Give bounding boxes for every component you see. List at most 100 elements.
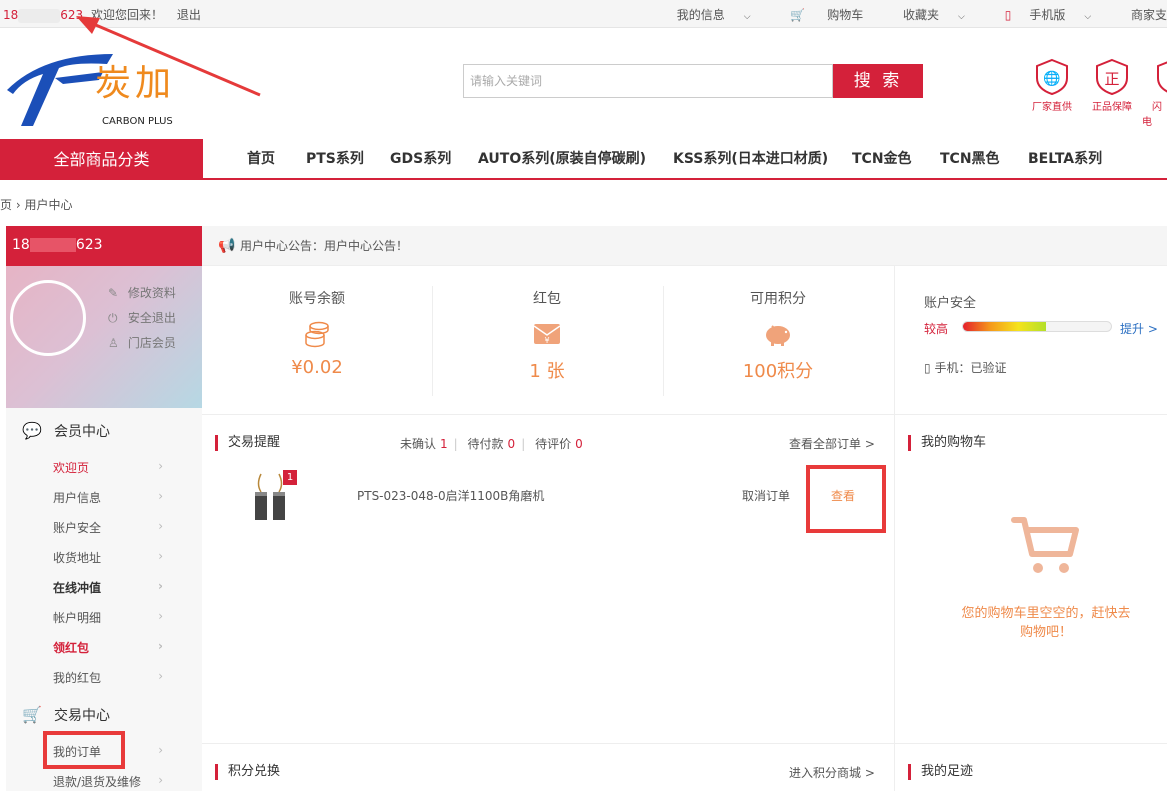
- cancel-order-button[interactable]: 取消订单: [742, 487, 790, 504]
- sidebar-item-returns[interactable]: 退款/退货及维修 ›: [53, 773, 163, 790]
- breadcrumb-home[interactable]: 页: [0, 198, 12, 212]
- breadcrumb: 页 › 用户中心: [0, 196, 73, 213]
- chat-bubble-icon: 💬: [22, 421, 42, 440]
- stat-red-envelope[interactable]: 红包 ¥ 1 张: [432, 288, 662, 383]
- nav-item-belta[interactable]: BELTA系列: [1028, 139, 1102, 179]
- site-logo[interactable]: 炭加 CARBON PLUS: [3, 50, 198, 130]
- mobile-link[interactable]: ▯ 手机版 ⌵: [1005, 8, 1109, 22]
- chevron-right-icon: ›: [158, 459, 163, 473]
- view-all-orders-link[interactable]: 查看全部订单 >: [789, 435, 875, 452]
- cart-label: 购物车: [827, 8, 864, 22]
- stat-value: ¥0.02: [291, 357, 343, 378]
- search-input[interactable]: [463, 64, 833, 98]
- sidebar-item-address[interactable]: 收货地址 ›: [53, 549, 163, 566]
- points-mall-link[interactable]: 进入积分商城 >: [789, 764, 875, 781]
- piggy-bank-icon: [766, 325, 790, 346]
- stat-points[interactable]: 可用积分 100积分: [663, 288, 893, 383]
- stat-label: 红包: [533, 291, 561, 307]
- all-categories-button[interactable]: 全部商品分类: [0, 139, 203, 180]
- badge-lightning: 闪电: [1142, 58, 1167, 128]
- divider: [202, 414, 1167, 415]
- chevron-right-icon: ›: [158, 519, 163, 533]
- stat-balance[interactable]: 账号余额 ¥0.02: [202, 288, 432, 378]
- sidebar-item-label: 欢迎页: [53, 461, 90, 475]
- my-info-link[interactable]: 我的信息 ⌵: [677, 8, 769, 22]
- order-product-name[interactable]: PTS-023-048-0启洋1100B角磨机: [357, 487, 544, 504]
- empty-cart-message: 您的购物车里空空的，赶快去 购物吧！: [924, 604, 1167, 642]
- username-link[interactable]: 18 623: [3, 8, 83, 23]
- quantity-badge: 1: [283, 470, 297, 485]
- sidebar-item-welcome[interactable]: 欢迎页 ›: [53, 459, 163, 476]
- secure-logout-link[interactable]: ⏻ 安全退出: [108, 309, 176, 326]
- avatar[interactable]: [10, 280, 86, 356]
- unconfirmed-count: 1: [440, 437, 448, 451]
- nav-item-tcn-gold[interactable]: TCN金色: [852, 139, 912, 179]
- edit-profile-label: 修改资料: [127, 286, 176, 300]
- main-nav: 全部商品分类 首页 PTS系列 GDS系列 AUTO系列(原装自停碳刷) KSS…: [0, 139, 1167, 180]
- nav-item-gds[interactable]: GDS系列: [390, 139, 451, 179]
- divider: [894, 266, 895, 791]
- username-prefix: 18: [3, 8, 19, 22]
- phone-icon: ▯: [924, 361, 931, 375]
- logo-english-text: CARBON PLUS: [102, 116, 173, 127]
- sidebar-item-label: 账户安全: [53, 521, 102, 535]
- edit-profile-link[interactable]: ✎ 修改资料: [108, 284, 176, 301]
- cart-icon: 🛒: [22, 705, 42, 724]
- power-icon: ⏻: [108, 311, 118, 325]
- chevron-right-icon: ›: [158, 743, 163, 757]
- empty-cart-line: 购物吧！: [1019, 625, 1072, 640]
- upgrade-security-link[interactable]: 提升 >: [1120, 320, 1158, 337]
- nav-item-home[interactable]: 首页: [247, 139, 275, 179]
- points-exchange-title: 积分兑换: [215, 764, 280, 780]
- sidebar-username-mask: [29, 238, 76, 252]
- trade-center-label: 交易中心: [54, 708, 110, 724]
- sidebar-item-label: 领红包: [53, 641, 90, 655]
- nav-item-kss[interactable]: KSS系列(日本进口材质): [673, 139, 828, 179]
- chevron-down-icon: ⌵: [1084, 12, 1092, 22]
- top-bar: 18 623 欢迎您回来！ 退出 我的信息 ⌵ 🛒 购物车 收藏夹 ⌵ ▯ 手机版 ⌵ 商…: [0, 0, 1167, 28]
- sidebar-item-label: 帐户明细: [53, 611, 102, 625]
- sidebar-item-account-details[interactable]: 帐户明细 ›: [53, 609, 163, 626]
- member-center-heading: 💬 会员中心: [22, 421, 110, 441]
- chevron-right-icon: ›: [158, 609, 163, 623]
- logout-link[interactable]: 退出: [177, 8, 201, 22]
- stat-label: 可用积分: [750, 291, 806, 307]
- my-cart-title: 我的购物车: [908, 435, 986, 451]
- sidebar-item-recharge[interactable]: 在线冲值 ›: [53, 579, 163, 596]
- sidebar-item-claim-red-envelope[interactable]: 领红包 ›: [53, 639, 163, 656]
- shield-glyph: 正: [1104, 70, 1119, 88]
- stat-label: 账号余额: [289, 291, 345, 307]
- badge-label: 正品保障: [1092, 102, 1132, 113]
- unrated-filter[interactable]: 待评价 0: [535, 437, 589, 451]
- my-info-label: 我的信息: [676, 8, 725, 22]
- sidebar-item-my-red-envelopes[interactable]: 我的红包 ›: [53, 669, 163, 686]
- unrated-count: 0: [575, 437, 583, 451]
- view-order-button[interactable]: 查看: [831, 487, 855, 504]
- chevron-down-icon: ⌵: [958, 12, 965, 22]
- search-button[interactable]: 搜 索: [833, 64, 923, 98]
- chevron-right-icon: ›: [158, 669, 163, 683]
- sidebar-item-user-info[interactable]: 用户信息 ›: [53, 489, 163, 506]
- unpaid-filter[interactable]: 待付款 0: [468, 437, 522, 451]
- member-icon: ♙: [108, 336, 119, 350]
- unconfirmed-filter[interactable]: 未确认 1: [400, 437, 454, 451]
- badge-factory-direct: 🌐 厂家直供: [1022, 58, 1082, 113]
- sidebar-username: 18 623: [6, 226, 202, 266]
- favorites-label: 收藏夹: [903, 8, 940, 22]
- cart-link[interactable]: 🛒 购物车: [790, 8, 881, 22]
- footprint-title: 我的足迹: [908, 764, 973, 780]
- sidebar-item-label: 用户信息: [53, 491, 102, 505]
- merchant-link[interactable]: 商家支: [1131, 8, 1167, 22]
- top-bar-right: 我的信息 ⌵ 🛒 购物车 收藏夹 ⌵ ▯ 手机版 ⌵ 商家支: [677, 6, 1167, 23]
- badge-label: 闪电: [1142, 102, 1162, 128]
- security-meter: [962, 321, 1112, 332]
- favorites-link[interactable]: 收藏夹 ⌵: [903, 8, 983, 22]
- avatar-panel: ✎ 修改资料 ⏻ 安全退出 ♙ 门店会员: [6, 266, 202, 408]
- chevron-down-icon: ⌵: [743, 12, 751, 22]
- sidebar-item-account-security[interactable]: 账户安全 ›: [53, 519, 163, 536]
- nav-item-tcn-black[interactable]: TCN黑色: [940, 139, 1000, 179]
- store-member-link[interactable]: ♙ 门店会员: [108, 334, 176, 351]
- nav-item-pts[interactable]: PTS系列: [306, 139, 364, 179]
- nav-item-auto[interactable]: AUTO系列(原装自停碳刷): [478, 139, 646, 179]
- empty-cart-icon: [1011, 517, 1079, 573]
